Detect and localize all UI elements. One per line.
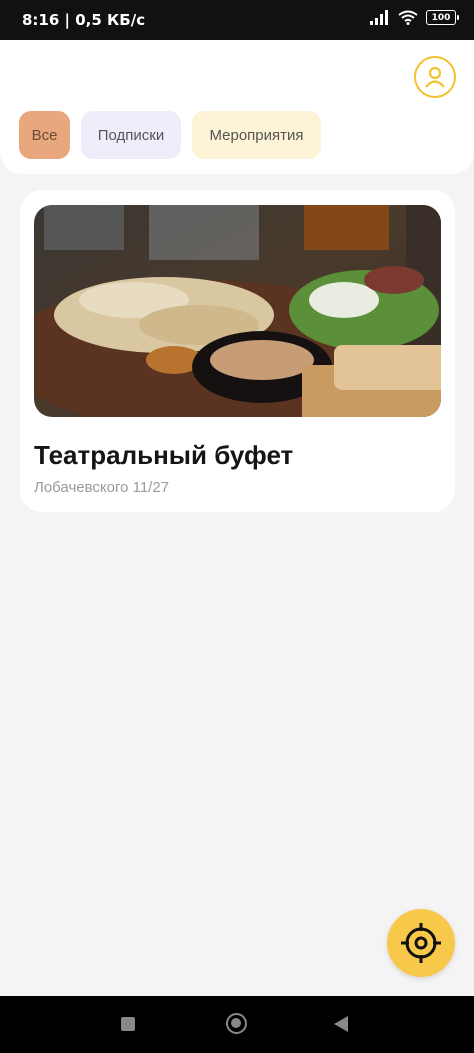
recent-apps-button[interactable] (121, 1017, 135, 1031)
filter-chip-all[interactable]: Все (19, 111, 70, 159)
filter-chip-events[interactable]: Мероприятия (192, 111, 321, 159)
wifi-icon (398, 10, 418, 25)
filter-chip-all-label: Все (31, 126, 58, 144)
filter-chip-subscriptions[interactable]: Подписки (81, 111, 181, 159)
home-button[interactable] (226, 1013, 247, 1034)
venue-address: Лобачевского 11/27 (34, 479, 170, 496)
status-icons: 100 (370, 10, 459, 25)
filter-chip-subscriptions-label: Подписки (97, 126, 165, 144)
venue-card[interactable]: Театральный буфет Лобачевского 11/27 (20, 190, 455, 512)
status-bar: 8:16 | 0,5 КБ/с 100 (0, 0, 474, 40)
venue-title: Театральный буфет (34, 440, 294, 470)
crosshair-icon (401, 923, 441, 963)
filter-chip-events-label: Мероприятия (209, 126, 304, 144)
system-nav-bar (0, 996, 474, 1053)
status-time: 8:16 | 0,5 КБ/с (22, 11, 146, 29)
battery-level: 100 (431, 12, 451, 23)
venue-photo (34, 205, 441, 417)
back-button[interactable] (334, 1016, 348, 1032)
signal-icon (370, 10, 388, 25)
header-panel: Все Подписки Мероприятия (0, 40, 474, 174)
user-icon (425, 66, 445, 88)
battery-icon: 100 (426, 10, 459, 25)
profile-button[interactable] (414, 56, 456, 98)
locate-button[interactable] (387, 909, 455, 977)
